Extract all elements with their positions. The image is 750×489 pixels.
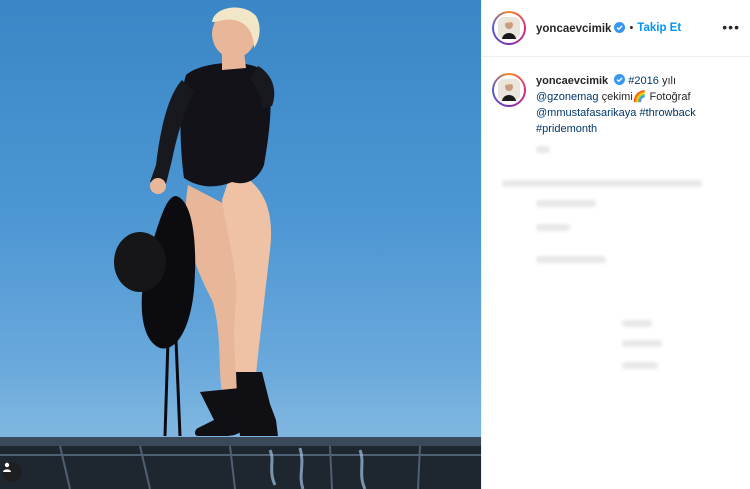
user-tag-button[interactable] bbox=[2, 462, 22, 482]
header-separator: • bbox=[629, 22, 634, 34]
caption-text: yoncaevcimik #2016 yılı @gzonemag çekimi… bbox=[536, 73, 736, 137]
caption-text-3: Fotoğraf bbox=[649, 91, 691, 103]
avatar[interactable] bbox=[492, 11, 526, 45]
blurred-line bbox=[536, 256, 606, 263]
avatar-image bbox=[494, 13, 524, 43]
post-header: yoncaevcimik • Takip Et ••• bbox=[482, 0, 750, 57]
blurred-line bbox=[502, 180, 702, 187]
hat-crown bbox=[114, 232, 166, 292]
header-username-text: yoncaevcimik bbox=[536, 22, 612, 35]
header-username[interactable]: yoncaevcimik bbox=[536, 21, 626, 35]
blurred-line bbox=[622, 362, 658, 369]
caption-text-2: çekimi bbox=[601, 91, 633, 103]
rainbow-emoji-icon: 🌈 bbox=[632, 91, 647, 103]
hashtag-2016[interactable]: #2016 bbox=[628, 75, 659, 87]
post-photo[interactable] bbox=[0, 0, 481, 489]
more-options-icon[interactable]: ••• bbox=[722, 20, 740, 34]
hashtag-pridemonth[interactable]: #pridemonth bbox=[536, 123, 597, 135]
caption-avatar[interactable] bbox=[492, 73, 526, 107]
follow-button[interactable]: Takip Et bbox=[637, 22, 681, 34]
blurred-line bbox=[536, 224, 570, 231]
caption-username[interactable]: yoncaevcimik bbox=[536, 75, 608, 87]
pool-ledge bbox=[0, 437, 481, 446]
hand bbox=[150, 178, 166, 194]
post-caption: yoncaevcimik #2016 yılı @gzonemag çekimi… bbox=[482, 57, 750, 137]
blurred-line bbox=[622, 320, 652, 327]
hat-ribbon bbox=[163, 339, 182, 437]
mention-gzonemag[interactable]: @gzonemag bbox=[536, 91, 599, 103]
instagram-post: yoncaevcimik • Takip Et ••• yoncaevcimik bbox=[0, 0, 750, 489]
post-side-panel: yoncaevcimik • Takip Et ••• yoncaevcimik bbox=[481, 0, 750, 489]
blurred-line bbox=[536, 200, 596, 207]
verified-badge-icon bbox=[614, 21, 626, 33]
caption-avatar-image bbox=[494, 75, 524, 105]
avatar-portrait-icon bbox=[498, 17, 520, 39]
caption-text-1: yılı bbox=[661, 75, 676, 87]
blurred-line bbox=[536, 146, 550, 153]
user-tag-icon bbox=[3, 462, 11, 472]
photo-illustration bbox=[0, 7, 481, 489]
caption-avatar-portrait-icon bbox=[498, 79, 520, 101]
hashtag-throwback[interactable]: #throwback bbox=[639, 107, 695, 119]
shoe-right bbox=[236, 372, 278, 436]
mention-photographer[interactable]: @mmustafasarikaya bbox=[536, 107, 636, 119]
blurred-comments-area bbox=[482, 140, 750, 390]
caption-verified-badge-icon bbox=[614, 74, 626, 85]
blurred-line bbox=[622, 340, 662, 347]
